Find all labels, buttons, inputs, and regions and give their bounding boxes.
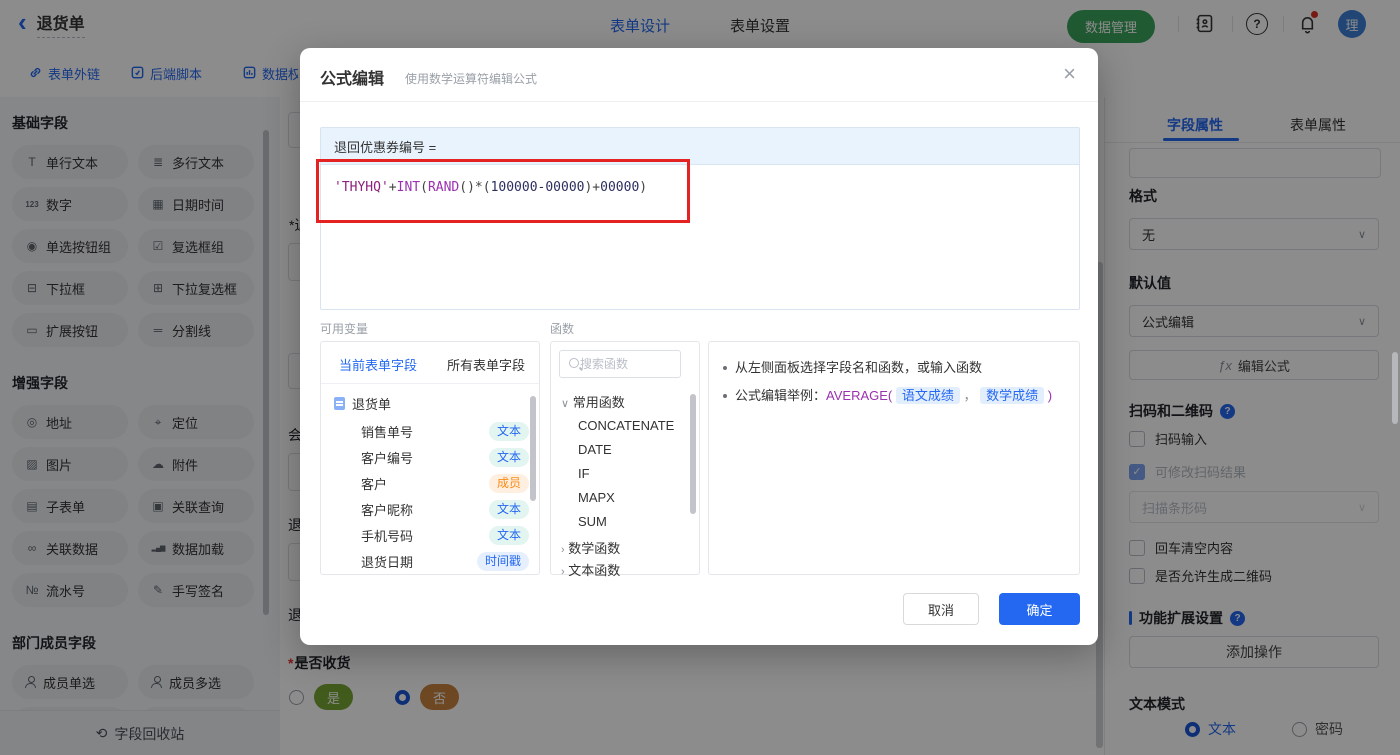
divider [300, 101, 1098, 102]
tab-all-form-fields[interactable]: 所有表单字段 [447, 355, 525, 374]
function-item[interactable]: CONCATENATE [578, 418, 674, 433]
bullet [723, 394, 727, 398]
variables-panel: 当前表单字段 所有表单字段 退货单 销售单号 文本 客户编号 文本 客户 成员 客户昵… [320, 341, 540, 575]
variable-row[interactable]: 销售单号 文本 [361, 422, 529, 441]
example-field-chip: 语文成绩 [895, 387, 960, 404]
divider [321, 383, 539, 384]
search-icon [568, 357, 579, 371]
type-badge: 时间戳 [476, 552, 529, 571]
formula-help-panel: 从左侧面板选择字段名和函数，或输入函数 公式编辑举例：AVERAGE( 语文成绩… [708, 341, 1080, 575]
modal-title: 公式编辑 [320, 71, 385, 88]
variable-row[interactable]: 手机号码 文本 [361, 526, 529, 545]
function-group-math[interactable]: › 数学函数 [561, 538, 620, 557]
function-item[interactable]: IF [578, 466, 590, 481]
function-item[interactable]: MAPX [578, 490, 615, 505]
type-badge: 文本 [488, 526, 529, 545]
type-badge: 文本 [488, 422, 529, 441]
tab-current-form-fields[interactable]: 当前表单字段 [339, 355, 417, 374]
variable-row[interactable]: 客户 成员 [361, 474, 529, 493]
example-func: AVERAGE( [826, 388, 893, 403]
type-badge: 文本 [488, 448, 529, 467]
tree-root-row[interactable]: 退货单 [334, 394, 391, 413]
function-group-text[interactable]: › 文本函数 [561, 560, 620, 579]
search-input[interactable] [578, 356, 672, 372]
variables-label: 可用变量 [320, 322, 369, 336]
chevron-closed-icon: › [561, 566, 565, 578]
tip-line: 公式编辑举例：AVERAGE( 语文成绩 ， 数学成绩 ) [723, 386, 1065, 406]
variable-row[interactable]: 退货日期 时间戳 [361, 552, 529, 571]
form-doc-icon [334, 397, 345, 410]
functions-label: 函数 [550, 322, 575, 336]
modal-subtitle: 使用数学运算符编辑公式 [405, 72, 538, 86]
function-group-common[interactable]: ∨ 常用函数 [561, 392, 625, 411]
confirm-button[interactable]: 确定 [999, 593, 1080, 625]
function-item[interactable]: DATE [578, 442, 612, 457]
variable-row[interactable]: 客户昵称 文本 [361, 500, 529, 519]
chevron-open-icon: ∨ [561, 398, 570, 410]
function-item[interactable]: SUM [578, 514, 607, 529]
function-search-box[interactable] [559, 350, 681, 378]
annotation-red-rectangle [316, 159, 690, 223]
functions-scrollbar-thumb[interactable] [690, 394, 696, 514]
functions-panel: ∨ 常用函数 CONCATENATE DATE IF MAPX SUM › 数学… [550, 341, 700, 578]
app-window: ‹ 退货单 表单设计 表单设置 数据管理 ? 理 表单外链 后端脚本 数据权限 … [0, 0, 1400, 755]
cancel-button[interactable]: 取消 [903, 593, 979, 625]
formula-editor-modal: 公式编辑 使用数学运算符编辑公式 × 退回优惠券编号 = 'THYHQ'+INT… [300, 48, 1098, 645]
variable-row[interactable]: 客户编号 文本 [361, 448, 529, 467]
variables-scrollbar-thumb[interactable] [530, 396, 536, 501]
type-badge: 成员 [488, 474, 529, 493]
tip-line: 从左侧面板选择字段名和函数，或输入函数 [723, 358, 1065, 378]
chevron-closed-icon: › [561, 544, 565, 556]
type-badge: 文本 [488, 500, 529, 519]
example-field-chip: 数学成绩 [980, 387, 1045, 404]
panel-scrollbar-thumb[interactable] [1392, 352, 1398, 424]
bullet [723, 366, 727, 370]
close-icon[interactable]: × [1063, 63, 1076, 85]
